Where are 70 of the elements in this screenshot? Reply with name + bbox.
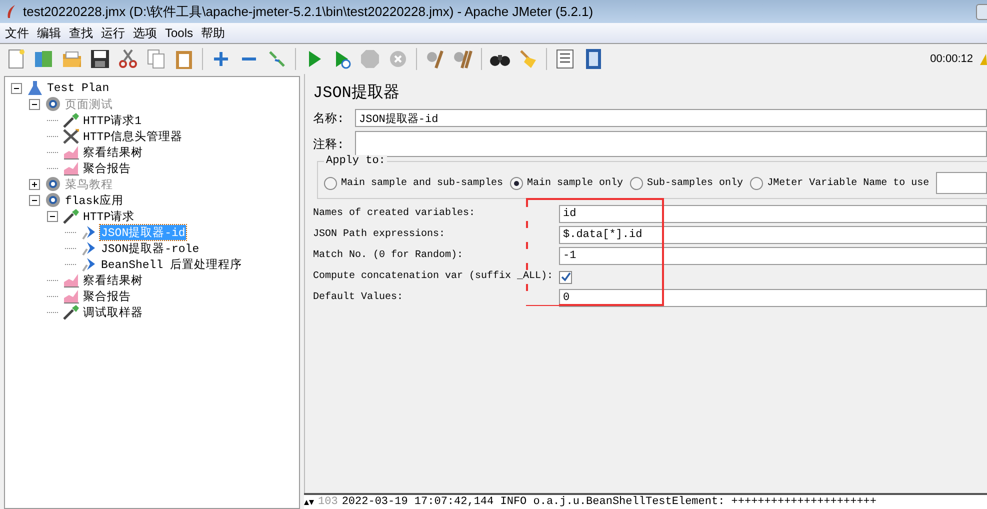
split-arrows-icon[interactable] bbox=[304, 500, 314, 505]
elapsed-time: 00:00:12 bbox=[930, 53, 973, 65]
field-label: 名称: bbox=[313, 110, 346, 126]
tree-item[interactable]: JSON提取器-role bbox=[100, 240, 200, 256]
menu-item[interactable]: 选项 bbox=[133, 24, 157, 42]
list-icon[interactable] bbox=[554, 48, 576, 70]
gear-icon bbox=[44, 176, 62, 192]
pipette-icon bbox=[62, 304, 80, 320]
graph-icon bbox=[62, 288, 80, 304]
radio-option[interactable]: Main sample only bbox=[510, 176, 624, 190]
menu-item[interactable]: 编辑 bbox=[37, 24, 61, 42]
pipette-icon bbox=[62, 208, 80, 224]
input-field[interactable]: -1 bbox=[559, 247, 987, 265]
broom-icon[interactable] bbox=[517, 48, 539, 70]
radio-button[interactable] bbox=[630, 176, 644, 190]
comment-field[interactable] bbox=[355, 131, 987, 157]
graph-icon bbox=[62, 272, 80, 288]
tree-item[interactable]: 调试取样器 bbox=[82, 304, 144, 320]
flask-icon bbox=[26, 80, 44, 96]
field-label: Default Values: bbox=[313, 291, 559, 305]
window-button[interactable] bbox=[976, 4, 987, 20]
gear-icon bbox=[44, 192, 62, 208]
radio-option[interactable]: JMeter Variable Name to use bbox=[750, 176, 930, 190]
group-legend: Apply to: bbox=[324, 155, 388, 167]
tree-item[interactable]: 察看结果树 bbox=[82, 272, 144, 288]
log-line: 2022-03-19 17:07:42,144 INFO o.a.j.u.BeanShellTestElement: ++++++++++++++++++++++ bbox=[342, 496, 876, 508]
input-field[interactable]: $.data[*].id bbox=[559, 226, 987, 244]
radio-option[interactable]: Sub-samples only bbox=[630, 176, 744, 190]
collapse-toggle[interactable] bbox=[29, 194, 40, 206]
collapse-toggle[interactable] bbox=[11, 82, 22, 94]
cut-icon[interactable] bbox=[117, 48, 139, 70]
radio-label: JMeter Variable Name to use bbox=[767, 178, 930, 188]
input-field[interactable]: id bbox=[559, 205, 987, 223]
radio-button[interactable] bbox=[324, 176, 337, 190]
tree-item[interactable]: flask应用 bbox=[64, 192, 125, 208]
paste-icon[interactable] bbox=[173, 48, 195, 70]
collapse-toggle[interactable] bbox=[47, 210, 58, 222]
checkbox[interactable] bbox=[559, 270, 572, 284]
tree-item[interactable]: Test Plan bbox=[46, 82, 110, 94]
line-number: 103 bbox=[318, 496, 338, 508]
radio-option[interactable]: Main sample and sub-samples bbox=[324, 176, 504, 190]
window-title: test20220228.jmx (D:\软件工具\apache-jmeter-5.2.1\bin\test20220228.jmx) - Apache JMeter (5.2.1) bbox=[23, 2, 594, 20]
tree-item[interactable]: HTTP请求 bbox=[82, 208, 136, 224]
radio-label: Sub-samples only bbox=[647, 178, 744, 188]
menu-item[interactable]: 查找 bbox=[69, 24, 93, 42]
menu-item[interactable]: 帮助 bbox=[201, 24, 226, 42]
input-field[interactable]: 0 bbox=[559, 289, 987, 307]
menu-item[interactable]: 文件 bbox=[5, 24, 29, 42]
warning-icon bbox=[979, 52, 987, 66]
menu-item[interactable]: Tools bbox=[165, 26, 194, 40]
gear-icon bbox=[44, 96, 62, 112]
copy-icon[interactable] bbox=[145, 48, 167, 70]
graph-icon bbox=[62, 144, 80, 160]
variable-name-field[interactable] bbox=[936, 172, 987, 194]
save-icon[interactable] bbox=[89, 48, 111, 70]
radio-button[interactable] bbox=[750, 176, 764, 190]
shutdown-icon[interactable] bbox=[387, 48, 409, 70]
graph-icon bbox=[62, 160, 80, 176]
wrench-icon bbox=[62, 128, 80, 144]
field-label: 注释: bbox=[313, 136, 346, 152]
panel-title: JSON提取器 bbox=[313, 83, 400, 103]
tree-item[interactable]: 聚合报告 bbox=[82, 288, 132, 304]
tree-item[interactable]: BeanShell 后置处理程序 bbox=[100, 256, 244, 272]
radio-button[interactable] bbox=[510, 176, 524, 190]
radio-label: Main sample and sub-samples bbox=[341, 178, 504, 188]
pipette-icon bbox=[62, 112, 80, 128]
name-field[interactable]: JSON提取器-id bbox=[355, 109, 987, 127]
feather-icon bbox=[5, 4, 17, 20]
radio-label: Main sample only bbox=[527, 178, 624, 188]
menu-item[interactable]: 运行 bbox=[101, 24, 125, 42]
